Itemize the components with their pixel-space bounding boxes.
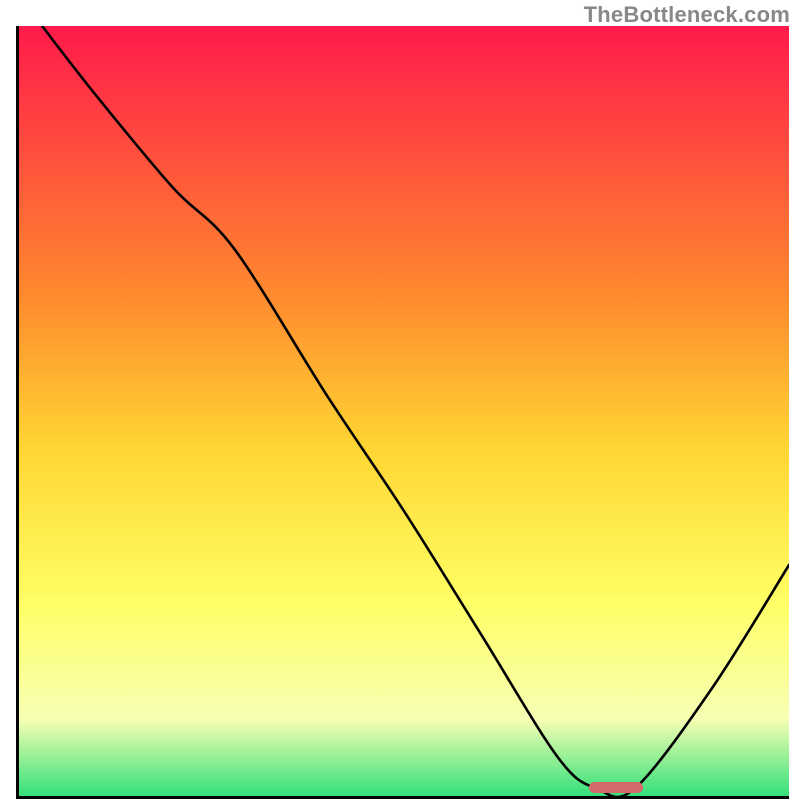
plot-area bbox=[16, 26, 789, 799]
optimal-range-marker bbox=[589, 782, 643, 793]
watermark-text: TheBottleneck.com bbox=[584, 2, 790, 28]
bottleneck-chart bbox=[19, 26, 789, 796]
